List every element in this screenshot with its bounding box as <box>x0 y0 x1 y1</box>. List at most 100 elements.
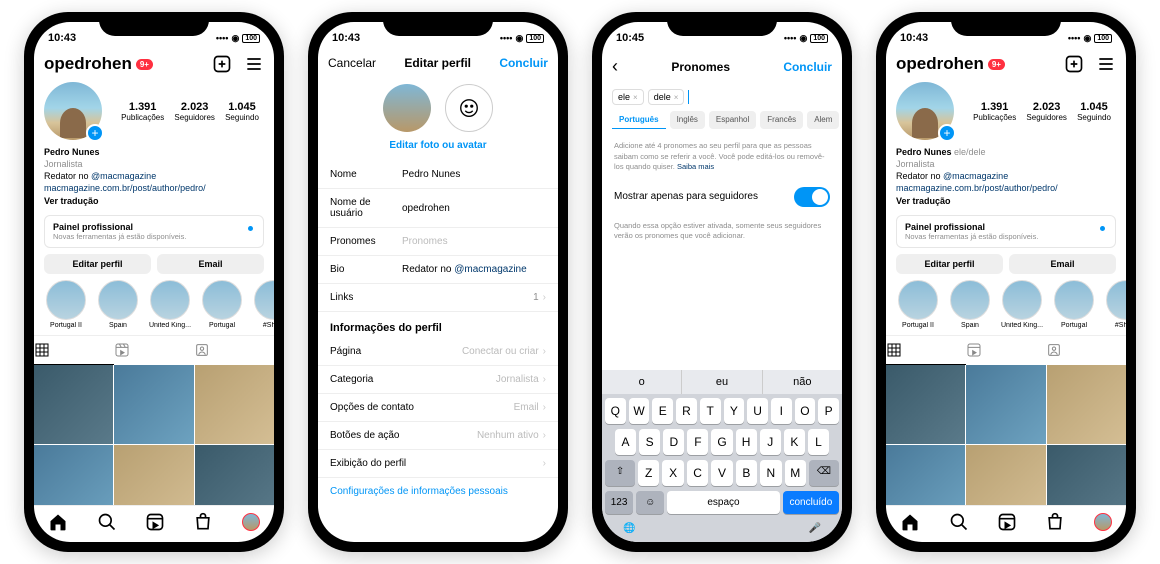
mic-icon[interactable]: 🎤 <box>809 523 821 534</box>
add-story-icon[interactable]: + <box>86 124 104 142</box>
highlight-item[interactable]: Portugal II <box>896 280 940 329</box>
highlight-item[interactable]: #Shoto <box>1104 280 1126 329</box>
highlight-item[interactable]: Spain <box>96 280 140 329</box>
nav-search-icon[interactable] <box>97 512 117 532</box>
post-thumbnail[interactable] <box>966 445 1045 505</box>
key-m[interactable]: M <box>785 460 806 486</box>
stat-posts[interactable]: 1.391Publicações <box>121 101 164 122</box>
tab-tagged[interactable] <box>194 336 274 365</box>
highlight-item[interactable]: Portugal <box>1052 280 1096 329</box>
key-x[interactable]: X <box>662 460 683 486</box>
pronoun-input[interactable]: ele× dele× <box>602 83 842 111</box>
key-y[interactable]: Y <box>724 398 745 424</box>
back-button[interactable]: ‹ <box>612 56 618 77</box>
post-thumbnail[interactable] <box>114 445 193 505</box>
field-links[interactable]: Links1› <box>318 284 558 312</box>
field-bio[interactable]: Bio Redator no @macmagazine <box>318 256 558 284</box>
create-post-icon[interactable] <box>212 54 232 74</box>
learn-more-link[interactable]: Saiba mais <box>677 162 714 171</box>
key-space[interactable]: espaço <box>667 491 780 514</box>
nav-shop-icon[interactable] <box>193 512 213 532</box>
post-thumbnail[interactable] <box>1047 445 1126 505</box>
key-z[interactable]: Z <box>638 460 659 486</box>
email-button[interactable]: Email <box>1009 254 1116 274</box>
key-u[interactable]: U <box>747 398 768 424</box>
key-t[interactable]: T <box>700 398 721 424</box>
field-page[interactable]: PáginaConectar ou criar› <box>318 338 558 366</box>
edit-profile-button[interactable]: Editar perfil <box>44 254 151 274</box>
globe-icon[interactable]: 🌐 <box>623 523 635 534</box>
edit-profile-button[interactable]: Editar perfil <box>896 254 1003 274</box>
post-thumbnail[interactable] <box>886 445 965 505</box>
profile-avatar[interactable]: + <box>44 82 102 140</box>
key-h[interactable]: H <box>736 429 757 455</box>
key-emoji[interactable]: ☺ <box>636 491 664 514</box>
nav-profile-icon[interactable] <box>242 513 260 531</box>
key-shift[interactable]: ⇧ <box>605 460 635 486</box>
remove-token-icon[interactable]: × <box>633 93 638 102</box>
key-a[interactable]: A <box>615 429 636 455</box>
field-action-buttons[interactable]: Botões de açãoNenhum ativo› <box>318 422 558 450</box>
tab-grid[interactable] <box>886 336 966 365</box>
suggestion[interactable]: o <box>602 370 682 394</box>
stat-followers[interactable]: 2.023Seguidores <box>174 101 214 122</box>
avatar-option-icon[interactable] <box>445 84 493 132</box>
post-thumbnail[interactable] <box>195 445 274 505</box>
cancel-button[interactable]: Cancelar <box>328 56 376 70</box>
field-username[interactable]: Nome de usuárioopedrohen <box>318 189 558 228</box>
add-story-icon[interactable]: + <box>938 124 956 142</box>
menu-icon[interactable] <box>1096 54 1116 74</box>
post-thumbnail[interactable] <box>966 365 1045 444</box>
pronoun-token[interactable]: dele× <box>648 89 685 105</box>
personal-info-link[interactable]: Configurações de informações pessoais <box>318 478 558 505</box>
key-o[interactable]: O <box>795 398 816 424</box>
key-i[interactable]: I <box>771 398 792 424</box>
key-s[interactable]: S <box>639 429 660 455</box>
key-l[interactable]: L <box>808 429 829 455</box>
key-numbers[interactable]: 123 <box>605 491 633 514</box>
key-p[interactable]: P <box>818 398 839 424</box>
key-k[interactable]: K <box>784 429 805 455</box>
key-g[interactable]: G <box>711 429 732 455</box>
post-thumbnail[interactable] <box>114 365 193 444</box>
profile-photo[interactable] <box>383 84 431 132</box>
lang-tab-french[interactable]: Francês <box>760 111 803 129</box>
nav-shop-icon[interactable] <box>1045 512 1065 532</box>
translate-link[interactable]: Ver tradução <box>44 195 264 207</box>
edit-photo-link[interactable]: Editar foto ou avatar <box>318 136 558 161</box>
highlight-item[interactable]: Portugal <box>200 280 244 329</box>
bio-mention[interactable]: @macmagazine <box>91 171 156 181</box>
suggestion[interactable]: eu <box>682 370 762 394</box>
pronoun-token[interactable]: ele× <box>612 89 644 105</box>
nav-reels-icon[interactable] <box>997 512 1017 532</box>
field-name[interactable]: NomePedro Nunes <box>318 161 558 189</box>
field-pronouns[interactable]: PronomesPronomes <box>318 228 558 256</box>
tab-tagged[interactable] <box>1046 336 1126 365</box>
post-thumbnail[interactable] <box>34 445 113 505</box>
profile-username[interactable]: opedrohen 9+ <box>44 54 153 74</box>
key-n[interactable]: N <box>760 460 781 486</box>
post-thumbnail[interactable] <box>1047 365 1126 444</box>
highlight-item[interactable]: Spain <box>948 280 992 329</box>
stat-posts[interactable]: 1.391Publicações <box>973 101 1016 122</box>
stat-followers[interactable]: 2.023Seguidores <box>1026 101 1066 122</box>
tab-reels[interactable] <box>966 336 1046 365</box>
nav-reels-icon[interactable] <box>145 512 165 532</box>
menu-icon[interactable] <box>244 54 264 74</box>
key-c[interactable]: C <box>687 460 708 486</box>
key-e[interactable]: E <box>652 398 673 424</box>
bio-mention[interactable]: @macmagazine <box>943 171 1008 181</box>
key-q[interactable]: Q <box>605 398 626 424</box>
post-thumbnail[interactable] <box>886 365 965 444</box>
key-f[interactable]: F <box>687 429 708 455</box>
done-button[interactable]: Concluir <box>499 56 548 70</box>
profile-username[interactable]: opedrohen 9+ <box>896 54 1005 74</box>
highlight-item[interactable]: United King... <box>1000 280 1044 329</box>
remove-token-icon[interactable]: × <box>674 93 679 102</box>
stat-following[interactable]: 1.045Seguindo <box>1077 101 1111 122</box>
key-v[interactable]: V <box>711 460 732 486</box>
key-b[interactable]: B <box>736 460 757 486</box>
key-d[interactable]: D <box>663 429 684 455</box>
nav-search-icon[interactable] <box>949 512 969 532</box>
stat-following[interactable]: 1.045Seguindo <box>225 101 259 122</box>
